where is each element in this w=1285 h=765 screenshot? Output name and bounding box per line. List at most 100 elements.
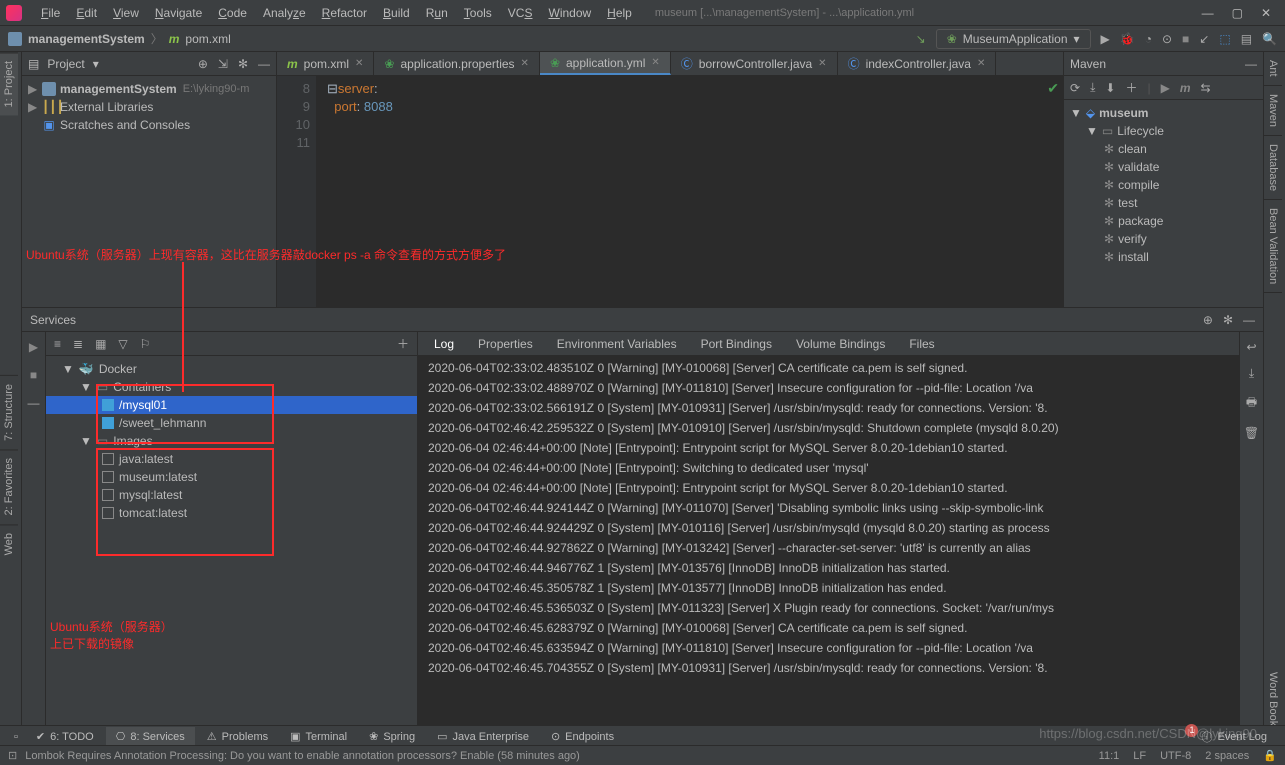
tab-services[interactable]: ⎔ 8: Services bbox=[106, 727, 195, 746]
menu-navigate[interactable]: Navigate bbox=[148, 2, 209, 24]
tab-endpoints[interactable]: ⊙ Endpoints bbox=[541, 727, 624, 746]
locate-icon[interactable]: ⊕ bbox=[1203, 313, 1213, 327]
container-mysql01[interactable]: /mysql01 bbox=[46, 396, 417, 414]
add-icon[interactable]: ＋ bbox=[1125, 79, 1137, 96]
tab-problems[interactable]: ⚠ Problems bbox=[197, 727, 278, 746]
menu-tools[interactable]: Tools bbox=[457, 2, 499, 24]
container-sweet-lehmann[interactable]: /sweet_lehmann bbox=[46, 414, 417, 432]
image-mysql[interactable]: mysql:latest bbox=[46, 486, 417, 504]
editor-code[interactable]: ⊟server: port: 8088 bbox=[317, 76, 1063, 307]
status-line-ending[interactable]: LF bbox=[1133, 750, 1146, 762]
status-position[interactable]: 11:1 bbox=[1099, 750, 1120, 762]
menu-help[interactable]: Help bbox=[600, 2, 639, 24]
tab-project[interactable]: 1: Project bbox=[0, 52, 18, 115]
locate-icon[interactable]: ⊕ bbox=[198, 57, 208, 71]
tab-favorites[interactable]: 2: Favorites bbox=[0, 449, 18, 523]
tab-properties[interactable]: Properties bbox=[478, 333, 533, 355]
clear-icon[interactable]: 🗑 bbox=[1244, 426, 1259, 440]
tab-maven[interactable]: Maven bbox=[1264, 86, 1282, 136]
chevron-down-icon[interactable]: ▾ bbox=[93, 57, 99, 71]
maven-goal-clean[interactable]: ✻ clean bbox=[1068, 140, 1259, 158]
scroll-end-icon[interactable]: ⤓ bbox=[1249, 366, 1254, 381]
print-icon[interactable]: 🖶 bbox=[1246, 393, 1257, 414]
status-indent[interactable]: 2 spaces bbox=[1205, 750, 1249, 762]
tab-structure[interactable]: 7: Structure bbox=[0, 375, 18, 449]
hide-icon[interactable]: — bbox=[1243, 313, 1255, 327]
tab-java-enterprise[interactable]: ▭ Java Enterprise bbox=[427, 727, 539, 746]
quick-access-icon[interactable]: ▫ bbox=[8, 731, 24, 743]
search-everywhere-icon[interactable]: 🔍 bbox=[1262, 32, 1277, 46]
menu-refactor[interactable]: Refactor bbox=[315, 2, 374, 24]
editor-tab-props[interactable]: ❀application.properties✕ bbox=[374, 52, 540, 75]
maven-goal-compile[interactable]: ✻ compile bbox=[1068, 176, 1259, 194]
expand-all-icon[interactable]: ⇲ bbox=[218, 57, 228, 71]
ide-settings-icon[interactable]: ▤ bbox=[1241, 32, 1252, 46]
run-icon[interactable]: ▶ bbox=[1161, 81, 1170, 95]
menu-window[interactable]: Window bbox=[541, 2, 598, 24]
translate-icon[interactable]: ⬚ bbox=[1219, 32, 1230, 46]
editor-body[interactable]: 891011 ⊟server: port: 8088 bbox=[277, 76, 1063, 307]
maven-lifecycle-node[interactable]: ▼▭ Lifecycle bbox=[1068, 122, 1259, 140]
docker-node[interactable]: ▼🐳 Docker bbox=[46, 360, 417, 378]
status-message[interactable]: Lombok Requires Annotation Processing: D… bbox=[25, 750, 1084, 762]
services-tree[interactable]: ▼🐳 Docker ▼▭ Containers /mysql01 /sweet_… bbox=[46, 356, 417, 526]
maximize-icon[interactable]: ▢ bbox=[1232, 6, 1243, 20]
close-tab-icon[interactable]: ✕ bbox=[977, 58, 985, 69]
images-node[interactable]: ▼▭ Images bbox=[46, 432, 417, 450]
maven-goal-test[interactable]: ✻ test bbox=[1068, 194, 1259, 212]
tab-bean-validation[interactable]: Bean Validation bbox=[1264, 200, 1282, 293]
maven-goal-package[interactable]: ✻ package bbox=[1068, 212, 1259, 230]
menu-vcs[interactable]: VCS bbox=[501, 2, 540, 24]
maven-project-node[interactable]: ▼⬙ museum bbox=[1068, 104, 1259, 122]
menu-run[interactable]: Run bbox=[419, 2, 455, 24]
maven-goal-validate[interactable]: ✻ validate bbox=[1068, 158, 1259, 176]
filter-icon[interactable]: ▽ bbox=[118, 337, 127, 351]
breadcrumb[interactable]: managementSystem 〉 m pom.xml bbox=[8, 30, 231, 47]
close-tab-icon[interactable]: ✕ bbox=[818, 58, 826, 69]
editor-tab-pom[interactable]: mpom.xml✕ bbox=[277, 52, 374, 75]
menu-code[interactable]: Code bbox=[211, 2, 254, 24]
close-tab-icon[interactable]: ✕ bbox=[521, 58, 529, 69]
maven-m-icon[interactable]: m bbox=[1180, 81, 1191, 95]
profile-icon[interactable]: ⊙ bbox=[1162, 32, 1172, 46]
soft-wrap-icon[interactable]: ↩ bbox=[1246, 340, 1256, 354]
status-lock-icon[interactable]: 🔒 bbox=[1263, 749, 1277, 762]
editor-tab-yml[interactable]: ❀application.yml✕ bbox=[540, 52, 671, 75]
hide-icon[interactable]: — bbox=[258, 57, 270, 71]
tab-ant[interactable]: Ant bbox=[1264, 52, 1282, 86]
add-service-icon[interactable]: ＋ bbox=[397, 335, 409, 352]
tag-icon[interactable]: ⚐ bbox=[140, 337, 151, 351]
close-icon[interactable]: ✕ bbox=[1261, 6, 1271, 20]
expand-icon[interactable]: ≡ bbox=[54, 337, 61, 351]
services-log-output[interactable]: 2020-06-04T02:33:02.483510Z 0 [Warning] … bbox=[418, 356, 1239, 725]
tab-env-vars[interactable]: Environment Variables bbox=[557, 333, 677, 355]
tab-todo[interactable]: ✔ 6: TODO bbox=[26, 727, 104, 746]
project-root-node[interactable]: ▶ managementSystem E:\lyking90-m bbox=[22, 80, 276, 98]
tab-web[interactable]: Web bbox=[0, 524, 18, 563]
menu-analyze[interactable]: Analyze bbox=[256, 2, 313, 24]
tab-port-bindings[interactable]: Port Bindings bbox=[701, 333, 772, 355]
stop-icon[interactable]: ■ bbox=[30, 368, 37, 382]
containers-node[interactable]: ▼▭ Containers bbox=[46, 378, 417, 396]
status-icon[interactable]: ⊡ bbox=[8, 749, 17, 762]
stop-icon[interactable]: ■ bbox=[1182, 32, 1189, 46]
maven-tree[interactable]: ▼⬙ museum ▼▭ Lifecycle ✻ clean ✻ validat… bbox=[1064, 100, 1263, 270]
tab-terminal[interactable]: ▣ Terminal bbox=[280, 727, 357, 746]
collapse-icon[interactable]: ≣ bbox=[73, 337, 83, 351]
editor-tab-borrow[interactable]: ⒸborrowController.java✕ bbox=[671, 52, 838, 75]
maven-goal-install[interactable]: ✻ install bbox=[1068, 248, 1259, 266]
tab-database[interactable]: Database bbox=[1264, 136, 1282, 200]
remove-icon[interactable]: — bbox=[28, 396, 40, 410]
tab-log[interactable]: Log bbox=[434, 333, 454, 355]
project-tree[interactable]: ▶ managementSystem E:\lyking90-m ▶┃┃┃ Ex… bbox=[22, 76, 276, 138]
minimize-icon[interactable]: — bbox=[1202, 6, 1214, 20]
image-tomcat[interactable]: tomcat:latest bbox=[46, 504, 417, 522]
tab-volume-bindings[interactable]: Volume Bindings bbox=[796, 333, 885, 355]
editor-tab-index[interactable]: ⒸindexController.java✕ bbox=[838, 52, 997, 75]
menu-edit[interactable]: Edit bbox=[69, 2, 104, 24]
project-view-icon[interactable]: ▤ bbox=[28, 57, 39, 71]
tab-spring[interactable]: ❀ Spring bbox=[359, 727, 425, 746]
gear-icon[interactable]: ✻ bbox=[238, 57, 248, 71]
close-tab-icon[interactable]: ✕ bbox=[651, 57, 659, 68]
close-tab-icon[interactable]: ✕ bbox=[355, 58, 363, 69]
